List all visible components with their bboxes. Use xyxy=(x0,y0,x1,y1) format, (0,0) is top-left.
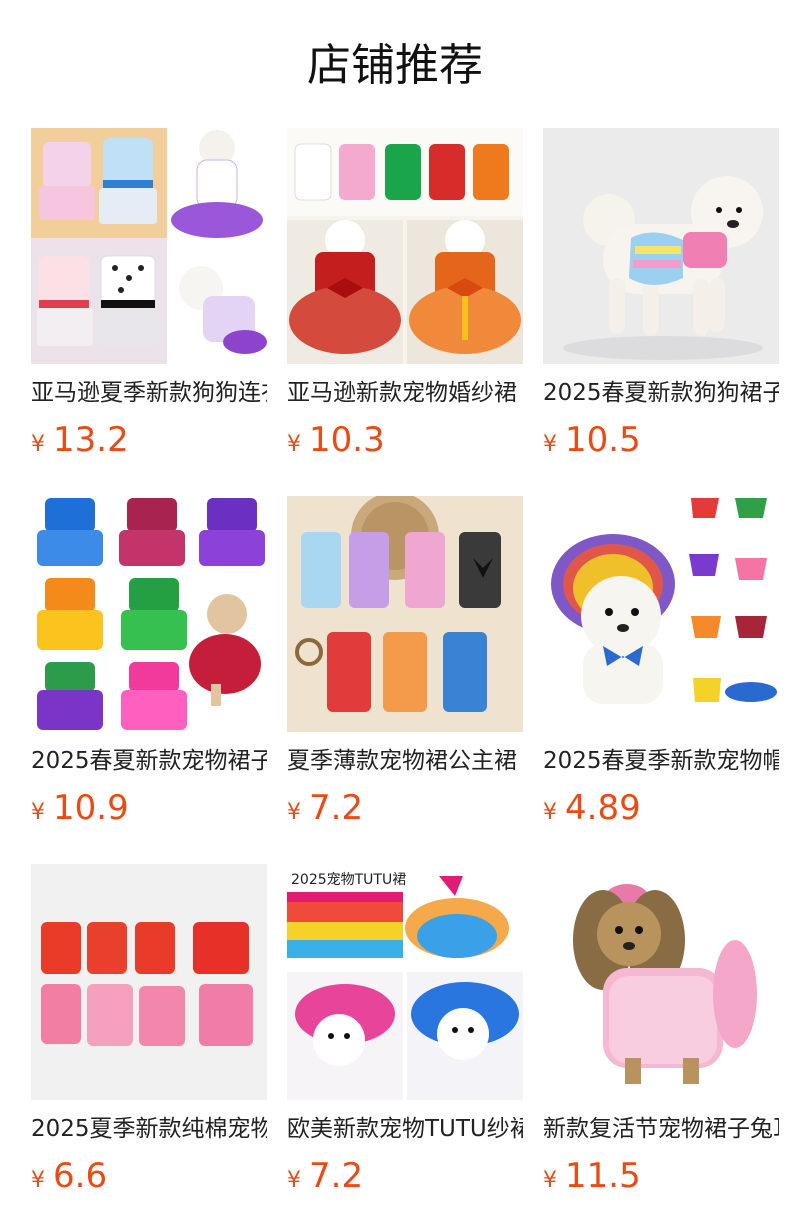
product-card[interactable]: 2025春夏季新款宠物帽子 ¥4.89 xyxy=(543,496,779,836)
product-card[interactable]: 2025春夏新款狗狗裙子 ¥10.5 xyxy=(543,128,779,468)
product-price: ¥10.9 xyxy=(31,786,267,830)
product-card[interactable]: 2025春夏新款宠物裙子 ¥10.9 xyxy=(31,496,267,836)
price-value: 11.5 xyxy=(565,1156,641,1196)
page-title: 店铺推荐 xyxy=(307,40,483,91)
product-image[interactable] xyxy=(287,128,523,364)
currency-symbol: ¥ xyxy=(543,800,557,825)
product-price: ¥10.5 xyxy=(543,418,779,462)
product-name[interactable]: 2025夏季新款纯棉宠物裙 xyxy=(31,1114,267,1144)
image-caption: 2025宠物TUTU裙 xyxy=(291,872,406,888)
price-value: 10.5 xyxy=(565,420,641,460)
product-card[interactable]: 2025宠物TUTU裙 欧美新款宠物TUTU纱裙 ¥ 7.2 xyxy=(287,864,523,1204)
price-value: 10.3 xyxy=(309,420,385,460)
product-name[interactable]: 亚马逊夏季新款狗狗连衣裙 xyxy=(31,378,267,408)
product-price: ¥7.2 xyxy=(287,786,523,830)
currency-symbol: ¥ xyxy=(287,1168,301,1193)
product-price: ¥7.2 xyxy=(287,1154,523,1198)
price-value: 13.2 xyxy=(53,420,129,460)
product-name[interactable]: 2025春夏新款狗狗裙子 xyxy=(543,378,779,408)
price-value: 6.6 xyxy=(53,1156,108,1196)
recommend-grid: 亚马逊夏季新款狗狗连衣裙 ¥13.2 xyxy=(31,128,779,1232)
product-name[interactable]: 2025春夏新款宠物裙子 xyxy=(31,746,267,776)
product-name[interactable]: 夏季薄款宠物裙公主裙 xyxy=(287,746,523,776)
grid-row: 2025春夏新款宠物裙子 ¥10.9 夏季薄款宠物裙公主裙 ¥ 7.2 2025… xyxy=(31,496,779,864)
product-image[interactable]: 2025宠物TUTU裙 xyxy=(287,864,523,1100)
currency-symbol: ¥ xyxy=(543,1168,557,1193)
product-card[interactable]: 亚马逊夏季新款狗狗连衣裙 ¥13.2 xyxy=(31,128,267,468)
product-image[interactable] xyxy=(287,496,523,732)
product-card[interactable]: 2025夏季新款纯棉宠物裙 ¥6.6 xyxy=(31,864,267,1204)
product-price: ¥11.5 xyxy=(543,1154,779,1198)
product-card[interactable]: 夏季薄款宠物裙公主裙 ¥7.2 xyxy=(287,496,523,836)
product-image[interactable] xyxy=(543,128,779,364)
currency-symbol: ¥ xyxy=(287,800,301,825)
currency-symbol: ¥ xyxy=(287,432,301,457)
product-card[interactable]: 新款复活节宠物裙子兔耳 ¥11.5 xyxy=(543,864,779,1204)
product-price: ¥13.2 xyxy=(31,418,267,462)
price-value: 10.9 xyxy=(53,788,129,828)
grid-row: 2025夏季新款纯棉宠物裙 ¥6.6 2025宠物TUTU裙 xyxy=(31,864,779,1232)
currency-symbol: ¥ xyxy=(31,1168,45,1193)
grid-row: 亚马逊夏季新款狗狗连衣裙 ¥13.2 xyxy=(31,128,779,496)
product-name[interactable]: 亚马逊新款宠物婚纱裙 xyxy=(287,378,523,408)
price-value: 4.89 xyxy=(565,788,641,828)
currency-symbol: ¥ xyxy=(31,432,45,457)
currency-symbol: ¥ xyxy=(31,800,45,825)
product-image[interactable] xyxy=(31,864,267,1100)
price-value: 7.2 xyxy=(309,788,364,828)
product-image[interactable] xyxy=(31,128,267,364)
currency-symbol: ¥ xyxy=(543,432,557,457)
product-price: ¥10.3 xyxy=(287,418,523,462)
product-image[interactable] xyxy=(31,496,267,732)
product-image[interactable] xyxy=(543,496,779,732)
product-image[interactable] xyxy=(543,864,779,1100)
product-name[interactable]: 欧美新款宠物TUTU纱裙 xyxy=(287,1114,523,1144)
product-price: ¥4.89 xyxy=(543,786,779,830)
product-card[interactable]: 亚马逊新款宠物婚纱裙 ¥10.3 xyxy=(287,128,523,468)
product-price: ¥6.6 xyxy=(31,1154,267,1198)
price-value: 7.2 xyxy=(309,1156,364,1196)
product-name[interactable]: 新款复活节宠物裙子兔耳 xyxy=(543,1114,779,1144)
product-name[interactable]: 2025春夏季新款宠物帽子 xyxy=(543,746,779,776)
